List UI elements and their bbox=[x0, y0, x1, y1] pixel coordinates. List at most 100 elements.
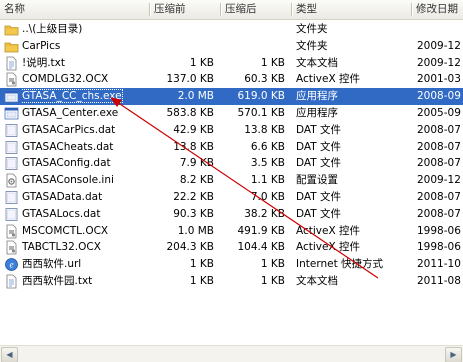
file-name-text: GTASA_Center.exe bbox=[22, 106, 119, 119]
file-compressed-size: 38.2 KB bbox=[244, 207, 285, 220]
ocx-file-icon bbox=[4, 224, 19, 239]
ini-file-icon bbox=[4, 173, 19, 188]
file-modified-date: 2001-03 bbox=[417, 73, 461, 86]
file-row[interactable]: MSCOMCTL.OCX 1.0 MB 491.9 KB ActiveX 控件 1998… bbox=[0, 223, 463, 240]
exe-file-icon bbox=[4, 106, 19, 121]
file-modified-date: 2008-07 bbox=[417, 123, 461, 136]
file-row[interactable]: GTASALocs.dat 90.3 KB 38.2 KB DAT 文件 2008-07 bbox=[0, 206, 463, 223]
file-type: 配置设置 bbox=[296, 174, 338, 187]
file-type: DAT 文件 bbox=[296, 190, 342, 203]
file-modified-date: 2008-07 bbox=[417, 190, 461, 203]
file-type: 应用程序 bbox=[296, 90, 338, 103]
file-compressed-size: 1 KB bbox=[260, 56, 285, 69]
file-row[interactable]: e 西西软件.url 1 KB 1 KB Internet 快捷方式 2011-10 bbox=[0, 256, 463, 273]
file-name: GTASAConfig.dat bbox=[22, 155, 148, 172]
file-row[interactable]: CarPics 文件夹 2009-12 bbox=[0, 38, 463, 55]
scroll-right-button[interactable]: ▶ bbox=[445, 347, 462, 362]
url-shortcut-icon: e bbox=[4, 257, 19, 272]
file-row[interactable]: GTASAConfig.dat 7.9 KB 3.5 KB DAT 文件 2008-07 bbox=[0, 155, 463, 172]
file-size: 583.8 KB bbox=[166, 106, 215, 119]
column-divider[interactable] bbox=[220, 3, 221, 16]
dat-file-icon bbox=[4, 140, 19, 155]
file-list: ..\(上级目录) 文件夹 CarPics 文件夹 2009-12 !说明.txt 1 KB… bbox=[0, 21, 463, 290]
column-header-name[interactable]: 名称 bbox=[4, 0, 144, 19]
file-compressed-size: 6.6 KB bbox=[250, 140, 285, 153]
file-modified-date bbox=[417, 21, 463, 38]
file-modified-date: 2011-08 bbox=[417, 274, 461, 287]
file-row[interactable]: COMDLG32.OCX 137.0 KB 60.3 KB ActiveX 控件 200… bbox=[0, 71, 463, 88]
dat-file-icon bbox=[4, 123, 19, 138]
file-name-text: GTASAData.dat bbox=[22, 190, 103, 203]
file-name: CarPics bbox=[22, 38, 148, 55]
dat-file-icon bbox=[4, 156, 19, 171]
file-modified-date: 2008-07 bbox=[417, 157, 461, 170]
column-header-compressed-size[interactable]: 压缩后 bbox=[225, 0, 289, 19]
file-size: 22.2 KB bbox=[173, 190, 214, 203]
column-divider[interactable] bbox=[149, 3, 150, 16]
file-row[interactable]: GTASA_CC_chs.exe 2.0 MB 619.0 KB 应用程序 2008-0… bbox=[0, 88, 463, 105]
file-compressed-size: 1.1 KB bbox=[250, 174, 285, 187]
file-row[interactable]: GTASAData.dat 22.2 KB 7.0 KB DAT 文件 2008-07 bbox=[0, 189, 463, 206]
file-name: GTASACheats.dat bbox=[22, 139, 148, 156]
file-modified-date: 2005-09 bbox=[417, 106, 461, 119]
text-file-icon bbox=[4, 274, 19, 289]
file-type: 文件夹 bbox=[296, 39, 328, 52]
column-header-date[interactable]: 修改日期 bbox=[416, 0, 463, 19]
file-size: 1 KB bbox=[189, 258, 214, 271]
file-size bbox=[150, 21, 214, 38]
file-name: ..\(上级目录) bbox=[22, 21, 148, 38]
file-name-text: GTASACheats.dat bbox=[22, 140, 114, 153]
file-name-text: !说明.txt bbox=[22, 56, 65, 69]
file-name: 西西软件.url bbox=[22, 256, 148, 273]
file-modified-date: 2008-09 bbox=[417, 90, 461, 103]
file-modified-date: 2009-12 bbox=[417, 56, 461, 69]
file-name: TABCTL32.OCX bbox=[22, 239, 148, 256]
file-row[interactable]: GTASAConsole.ini 8.2 KB 1.1 KB 配置设置 2009-12 bbox=[0, 172, 463, 189]
file-name-text: TABCTL32.OCX bbox=[22, 241, 101, 254]
file-row[interactable]: GTASACarPics.dat 42.9 KB 13.8 KB DAT 文件 2008… bbox=[0, 122, 463, 139]
file-name-text: GTASA_CC_chs.exe bbox=[22, 89, 123, 104]
column-header-type[interactable]: 类型 bbox=[296, 0, 408, 19]
scroll-left-button[interactable]: ◀ bbox=[1, 347, 18, 362]
file-type: 文本文档 bbox=[296, 274, 338, 287]
file-name-text: CarPics bbox=[22, 39, 61, 52]
file-modified-date: 2008-07 bbox=[417, 140, 461, 153]
file-type: Internet 快捷方式 bbox=[296, 258, 384, 271]
file-size: 137.0 KB bbox=[166, 73, 215, 86]
file-compressed-size: 7.0 KB bbox=[250, 190, 285, 203]
file-name-text: ..\(上级目录) bbox=[22, 23, 83, 35]
file-row[interactable]: 西西软件园.txt 1 KB 1 KB 文本文档 2011-08 bbox=[0, 273, 463, 290]
file-compressed-size: 3.5 KB bbox=[250, 157, 285, 170]
column-header-size[interactable]: 压缩前 bbox=[154, 0, 218, 19]
dat-file-icon bbox=[4, 190, 19, 205]
file-name-text: COMDLG32.OCX bbox=[22, 73, 109, 86]
column-divider[interactable] bbox=[291, 3, 292, 16]
file-name-text: GTASAConsole.ini bbox=[22, 174, 114, 187]
file-type: DAT 文件 bbox=[296, 123, 342, 136]
file-size: 1 KB bbox=[189, 274, 214, 287]
file-row[interactable]: TABCTL32.OCX 204.3 KB 104.4 KB ActiveX 控件 19… bbox=[0, 239, 463, 256]
file-type: 文件夹 bbox=[296, 23, 328, 35]
file-row[interactable]: GTASACheats.dat 13.8 KB 6.6 KB DAT 文件 2008-0… bbox=[0, 139, 463, 156]
file-compressed-size: 13.8 KB bbox=[244, 123, 285, 136]
file-size: 42.9 KB bbox=[173, 123, 214, 136]
file-name: GTASACarPics.dat bbox=[22, 122, 148, 139]
file-name-text: 西西软件.url bbox=[22, 258, 82, 271]
file-row[interactable]: ..\(上级目录) 文件夹 bbox=[0, 21, 463, 38]
text-file-icon bbox=[4, 56, 19, 71]
column-divider[interactable] bbox=[411, 3, 412, 16]
file-size: 90.3 KB bbox=[173, 207, 214, 220]
file-row[interactable]: GTASA_Center.exe 583.8 KB 570.1 KB 应用程序 2005… bbox=[0, 105, 463, 122]
file-type: 文本文档 bbox=[296, 56, 338, 69]
file-compressed-size bbox=[221, 38, 285, 55]
file-compressed-size: 1 KB bbox=[260, 274, 285, 287]
file-type: DAT 文件 bbox=[296, 207, 342, 220]
file-row[interactable]: !说明.txt 1 KB 1 KB 文本文档 2009-12 bbox=[0, 55, 463, 72]
svg-text:e: e bbox=[10, 260, 14, 270]
folder-up-icon bbox=[4, 22, 19, 37]
file-name-text: GTASALocs.dat bbox=[22, 207, 101, 220]
file-type: DAT 文件 bbox=[296, 140, 342, 153]
horizontal-scrollbar[interactable]: ◀ ▶ bbox=[0, 345, 463, 362]
file-name: GTASAData.dat bbox=[22, 189, 148, 206]
file-name: GTASALocs.dat bbox=[22, 206, 148, 223]
